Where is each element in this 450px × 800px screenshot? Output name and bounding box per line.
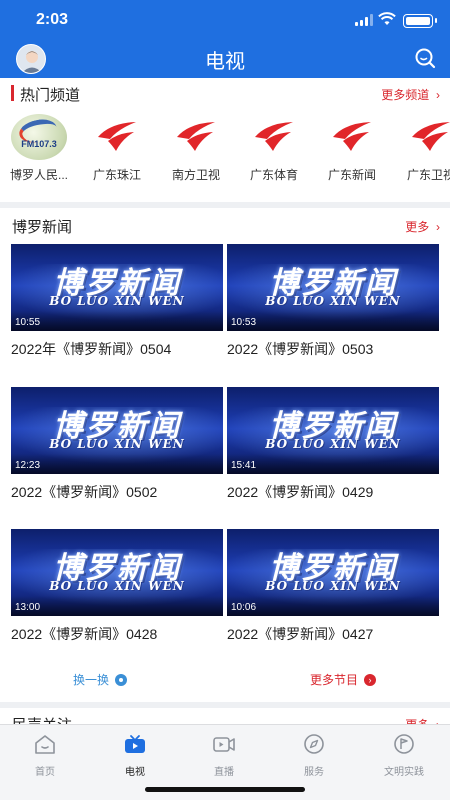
channel-logo: FM107.3 — [11, 114, 67, 160]
video-item[interactable]: 博罗新闻 BO LUO XIN WEN 10:06 2022《博罗新闻》0427 — [227, 529, 439, 667]
video-duration: 10:55 — [15, 317, 41, 328]
gdtv-logo-icon — [168, 114, 224, 160]
nav-row: 电视 — [0, 40, 450, 78]
more-programs-label: 更多节目 — [310, 673, 359, 687]
status-time: 2:03 — [36, 11, 69, 28]
gdtv-logo-icon — [89, 114, 145, 160]
gdtv-logo-icon — [246, 114, 302, 160]
channel-item[interactable]: FM107.3 博罗人民... — [4, 114, 74, 183]
status-bar: 2:03 — [0, 0, 450, 40]
video-camera-icon — [213, 737, 235, 752]
channel-name: 博罗人民... — [9, 168, 68, 182]
video-caption: 2022《博罗新闻》0502 — [11, 484, 158, 500]
video-caption: 2022《博罗新闻》0429 — [227, 484, 374, 500]
video-item[interactable]: 博罗新闻 BO LUO XIN WEN 12:23 2022《博罗新闻》0502 — [11, 387, 223, 525]
video-item[interactable]: 博罗新闻 BO LUO XIN WEN 13:00 2022《博罗新闻》0428 — [11, 529, 223, 667]
more-channels-link[interactable]: 更多频道 › — [381, 86, 440, 103]
tab-service[interactable]: 服务 — [279, 733, 349, 778]
channel-name: 广东卫视 — [406, 168, 450, 182]
tab-home[interactable]: 首页 — [10, 733, 80, 778]
video-caption: 2022《博罗新闻》0503 — [227, 341, 374, 357]
boluo-news-title: 博罗新闻 — [12, 219, 73, 236]
channel-name: 南方卫视 — [171, 168, 220, 182]
chevron-right-icon: › — [432, 88, 440, 102]
video-caption: 2022《博罗新闻》0428 — [11, 626, 158, 642]
section-accent-bar — [11, 85, 14, 101]
eye-icon — [115, 673, 128, 686]
chevron-right-icon: › — [432, 220, 440, 234]
channel-item[interactable]: 广东卫视 — [396, 114, 450, 183]
channel-name: 广东新闻 — [327, 168, 376, 182]
home-indicator — [145, 787, 305, 792]
video-duration: 12:23 — [15, 460, 41, 471]
page-title: 电视 — [205, 51, 245, 73]
video-thumbnail: 博罗新闻 BO LUO XIN WEN 10:55 — [11, 244, 223, 331]
channel-item[interactable]: 南方卫视 — [161, 114, 231, 183]
wifi-icon — [378, 12, 396, 25]
video-duration: 15:41 — [231, 460, 257, 471]
video-item[interactable]: 博罗新闻 BO LUO XIN WEN 10:55 2022年《博罗新闻》050… — [11, 244, 223, 382]
video-thumbnail: 博罗新闻 BO LUO XIN WEN 12:23 — [11, 387, 223, 474]
flag-badge-icon — [394, 734, 414, 754]
arrow-circle-right-icon: › — [364, 673, 377, 686]
channel-item[interactable]: 广东新闻 — [317, 114, 387, 183]
video-duration: 13:00 — [15, 602, 41, 613]
tab-live[interactable]: 直播 — [189, 733, 259, 778]
compass-icon — [304, 734, 324, 754]
video-caption: 2022年《博罗新闻》0504 — [11, 341, 172, 357]
battery-icon — [403, 14, 437, 28]
video-duration: 10:53 — [231, 317, 257, 328]
more-programs-button[interactable]: 更多节目 › — [310, 671, 377, 688]
video-thumbnail: 博罗新闻 BO LUO XIN WEN 10:53 — [227, 244, 439, 331]
refresh-button[interactable]: 换一换 — [73, 671, 128, 688]
video-thumbnail: 博罗新闻 BO LUO XIN WEN 13:00 — [11, 529, 223, 616]
search-icon[interactable] — [413, 46, 437, 70]
more-news-label: 更多 — [405, 220, 430, 234]
top-app-bar: 2:03 电视 — [0, 0, 450, 78]
boluo-news-section: 博罗新闻 更多 › 博罗新闻 BO LUO XIN WEN 10:55 2022… — [0, 208, 450, 702]
gdtv-logo-icon — [324, 114, 380, 160]
channel-item[interactable]: 广东体育 — [239, 114, 309, 183]
video-item[interactable]: 博罗新闻 BO LUO XIN WEN 10:53 2022《博罗新闻》0503 — [227, 244, 439, 382]
channel-name: 广东珠江 — [92, 168, 141, 182]
cellular-signal-icon — [355, 14, 373, 26]
video-duration: 10:06 — [231, 602, 257, 613]
refresh-label: 换一换 — [73, 673, 110, 687]
video-thumbnail: 博罗新闻 BO LUO XIN WEN 10:06 — [227, 529, 439, 616]
radio-fm-logo-icon: FM107.3 — [11, 114, 67, 160]
tab-civilization-practice[interactable]: 文明实践 — [369, 733, 439, 778]
tab-tv[interactable]: 电视 — [100, 733, 170, 778]
video-thumbnail: 博罗新闻 BO LUO XIN WEN 15:41 — [227, 387, 439, 474]
channel-name: 广东体育 — [249, 168, 298, 182]
channel-item[interactable]: 广东珠江 — [82, 114, 152, 183]
hot-channels-section: 热门频道 更多频道 › FM107.3 博罗人民... 广东珠江 南方卫视 广东… — [0, 78, 450, 202]
video-caption: 2022《博罗新闻》0427 — [227, 626, 374, 642]
tv-icon — [125, 735, 145, 753]
gdtv-logo-icon — [403, 114, 450, 160]
hot-channels-title: 热门频道 — [20, 87, 81, 104]
more-news-link[interactable]: 更多 › — [405, 218, 440, 235]
video-item[interactable]: 博罗新闻 BO LUO XIN WEN 15:41 2022《博罗新闻》0429 — [227, 387, 439, 525]
home-icon — [35, 735, 55, 754]
channel-list: FM107.3 博罗人民... 广东珠江 南方卫视 广东体育 广东新闻 广东卫视 — [0, 114, 450, 202]
more-channels-label: 更多频道 — [381, 88, 430, 102]
